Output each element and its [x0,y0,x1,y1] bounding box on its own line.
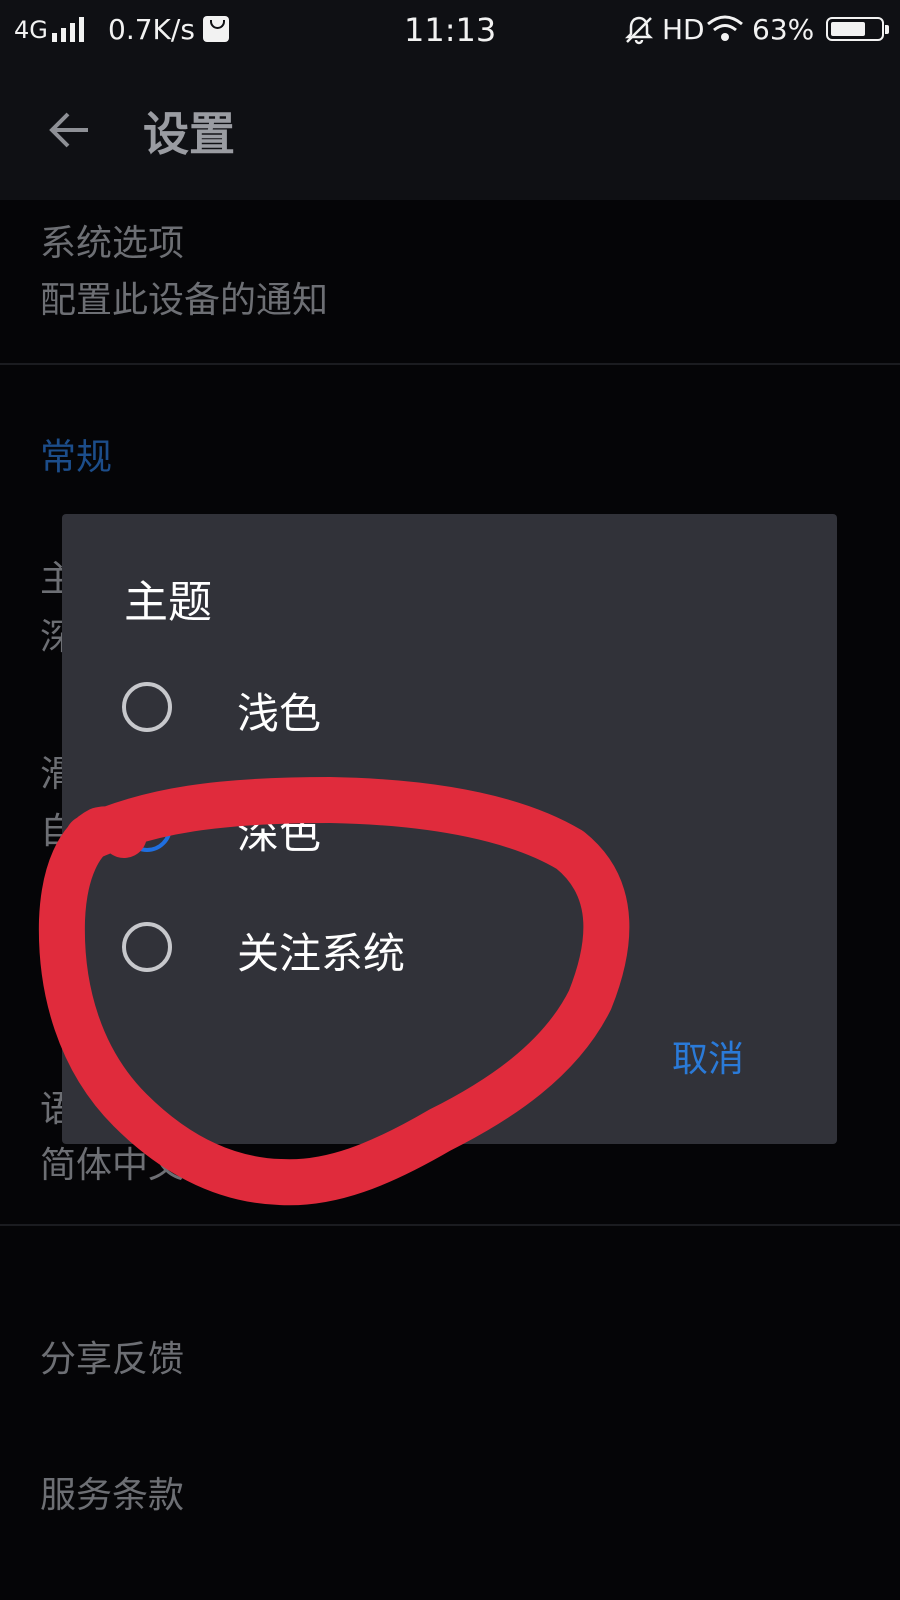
divider [0,1224,900,1226]
system-options-subtitle: 配置此设备的通知 [40,280,329,321]
battery-percent: 63% [752,13,815,46]
option-label: 浅色 [237,689,322,738]
network-speed: 0.7K/s [108,13,195,46]
section-header-general: 常规 [40,437,113,478]
page-title: 设置 [143,107,235,161]
terms-of-service-item[interactable]: 服务条款 [40,1466,184,1518]
theme-option-light[interactable]: 浅色 [122,658,742,754]
radio-unchecked-icon[interactable] [122,682,172,732]
theme-dialog: 主题 浅色 深色 关注系统 取消 [62,514,837,1144]
shopping-bag-icon [203,16,229,42]
bell-muted-icon [624,16,654,45]
app-bar: 设置 [0,62,900,200]
option-label: 深色 [237,809,322,858]
theme-option-system[interactable]: 关注系统 [122,898,742,994]
radio-unchecked-icon[interactable] [122,922,172,972]
arrow-left-icon[interactable] [46,106,94,154]
share-feedback-item[interactable]: 分享反馈 [40,1330,184,1382]
system-options-title: 系统选项 [40,223,185,264]
dialog-title: 主题 [124,577,212,628]
hd-indicator: HD [662,13,705,46]
cancel-button[interactable]: 取消 [672,1030,744,1082]
option-label: 关注系统 [237,929,406,978]
status-bar: 4G 0.7K/s 11:13 HD 63% [0,0,900,62]
battery-icon [826,17,889,41]
signal-icon [52,16,90,42]
radio-checked-icon[interactable] [122,802,172,852]
wifi-icon [707,15,743,41]
clock: 11:13 [404,11,497,49]
divider [0,363,900,365]
theme-option-dark[interactable]: 深色 [122,778,742,874]
network-type: 4G [14,16,48,44]
